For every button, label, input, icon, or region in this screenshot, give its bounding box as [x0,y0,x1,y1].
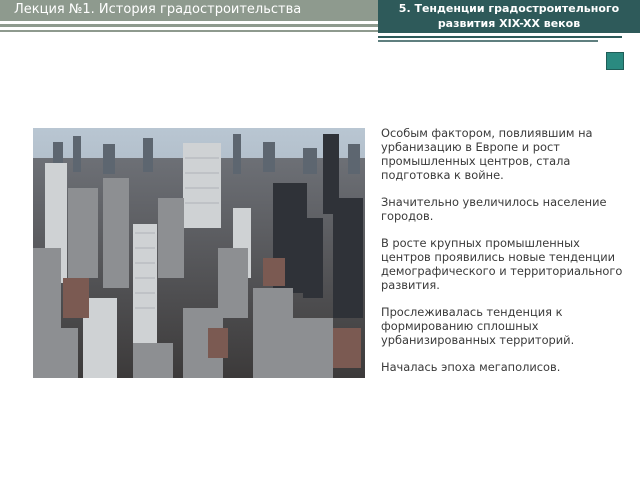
lecture-title: Лекция №1. История градостроительства [14,2,302,17]
section-divider-line-thin [378,40,598,42]
header-divider-line-thin [0,30,378,32]
paragraph-urbanized-territories: Прослеживалась тенденция к формированию … [381,305,575,347]
section-header-bar: 5. Тенденции градостроительного развития… [378,0,640,33]
section-divider-line [378,36,622,38]
paragraph-war-preparation: Особым фактором, повлиявшим на урбанизац… [381,126,593,182]
section-title-line-1: 5. Тенденции градостроительного [398,2,620,15]
header-divider-line [0,24,378,27]
slide-body-text: Особым фактором, повлиявшим на урбанизац… [381,126,631,387]
city-skyline-photo [33,128,365,378]
paragraph-megalopolis-era: Началась эпоха мегаполисов. [381,360,561,374]
section-title: 5. Тенденции градостроительного развития… [378,1,640,31]
paragraph-population-growth: Значительно увеличилось население городо… [381,195,607,223]
lecture-header-bar: Лекция №1. История градостроительства [0,0,380,21]
accent-square-icon [606,52,624,70]
section-title-line-2: развития XIX-XX веков [437,17,581,30]
paragraph-new-trends: В росте крупных промышленных центров про… [381,236,623,292]
